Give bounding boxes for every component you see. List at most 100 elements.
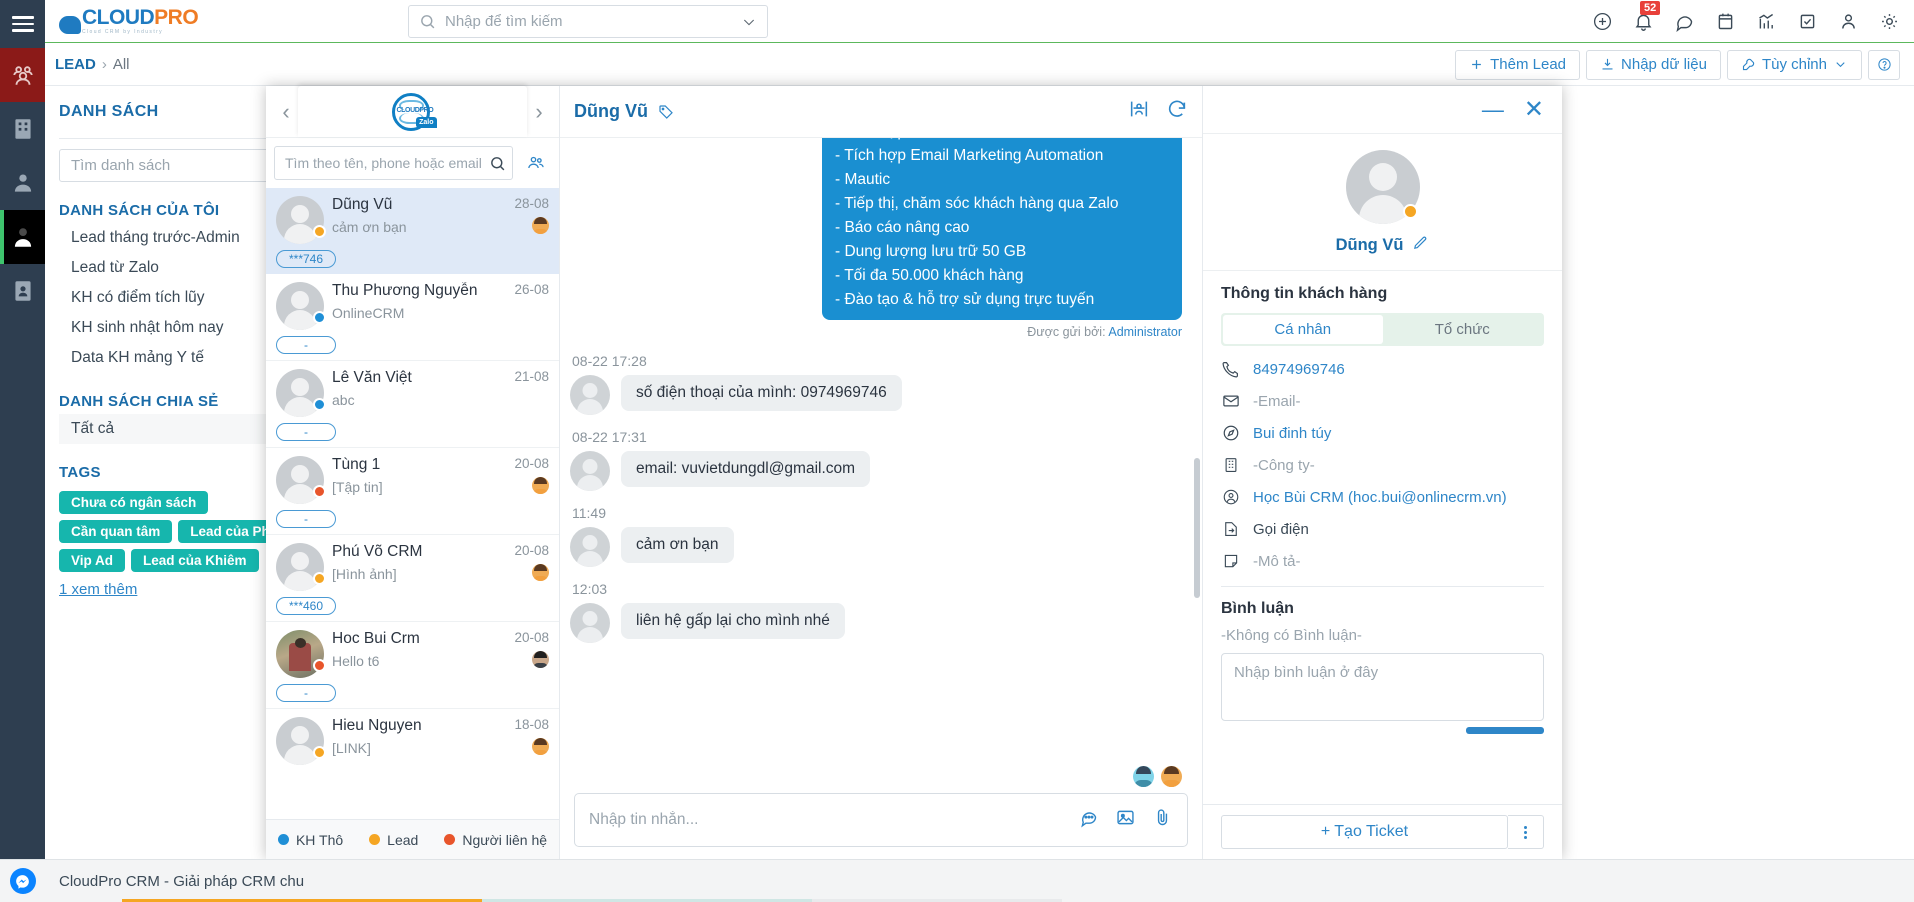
- contact-date: 26-08: [514, 282, 549, 297]
- contact-phone-pill[interactable]: ***746: [276, 250, 336, 268]
- chevron-down-icon[interactable]: [741, 14, 757, 30]
- create-ticket-label: Tạo Ticket: [1334, 823, 1409, 840]
- contact-row-wrapper[interactable]: Phú Võ CRM [Hình ảnh] 20-08 ***460: [266, 535, 559, 622]
- next-tab-button[interactable]: ›: [527, 99, 551, 125]
- tab-organization[interactable]: Tổ chức: [1383, 315, 1543, 344]
- avatar-wrapper: [276, 369, 328, 417]
- close-icon[interactable]: ✕: [1524, 97, 1544, 121]
- add-lead-button[interactable]: Thêm Lead: [1455, 49, 1581, 80]
- sidebar-item-documents[interactable]: [0, 264, 45, 318]
- field-value[interactable]: 84974969746: [1253, 361, 1345, 378]
- message-input-wrapper[interactable]: [574, 793, 1188, 847]
- zalo-contact-list[interactable]: Dũng Vũ cảm ơn bạn 28-08 ***746 Thu Phươ…: [266, 188, 559, 819]
- tag-chip[interactable]: Chưa có ngân sách: [59, 491, 209, 514]
- message-input[interactable]: [589, 811, 1078, 829]
- comment-input[interactable]: Nhập bình luận ở đây: [1221, 653, 1544, 721]
- contact-row[interactable]: Hoc Bui Crm Hello t6 20-08: [266, 622, 559, 682]
- field-email[interactable]: -Email-: [1221, 392, 1544, 410]
- zalo-search-input[interactable]: [285, 155, 482, 171]
- message-scrollbar[interactable]: [1194, 458, 1200, 598]
- messenger-button[interactable]: [0, 868, 45, 894]
- field-value[interactable]: Học Bùi CRM (hoc.bui@onlinecrm.vn): [1253, 489, 1507, 506]
- contact-row[interactable]: Hieu Nguyen [LINK] 18-08: [266, 709, 559, 769]
- contact-phone-pill[interactable]: -: [276, 423, 336, 441]
- tab-personal[interactable]: Cá nhân: [1223, 315, 1383, 344]
- settings-button[interactable]: [1878, 11, 1900, 33]
- contact-row-wrapper[interactable]: Hoc Bui Crm Hello t6 20-08 -: [266, 622, 559, 709]
- contact-row[interactable]: Lê Văn Việt abc 21-08: [266, 361, 559, 421]
- top-bar: CLOUDPRO Cloud CRM by Industry 52: [45, 0, 1914, 43]
- minimize-icon[interactable]: —: [1482, 98, 1504, 120]
- import-data-button[interactable]: Nhập dữ liệu: [1586, 49, 1721, 80]
- notifications-button[interactable]: 52: [1632, 0, 1661, 33]
- analytics-button[interactable]: [1755, 11, 1777, 33]
- messages-button[interactable]: [1673, 11, 1695, 33]
- menu-toggle-button[interactable]: [0, 0, 45, 48]
- prev-tab-button[interactable]: ‹: [274, 99, 298, 125]
- refresh-button[interactable]: [1166, 98, 1188, 125]
- attachment-icon[interactable]: [1152, 807, 1173, 833]
- status-dot: [313, 659, 326, 672]
- contact-row-wrapper[interactable]: Thu Phương Nguyễn OnlineCRM 26-08 -: [266, 274, 559, 361]
- image-icon[interactable]: [1115, 807, 1136, 833]
- more-actions-button[interactable]: [1508, 815, 1544, 849]
- global-search[interactable]: [408, 5, 768, 38]
- contact-date: 20-08: [514, 543, 549, 558]
- edit-icon[interactable]: [1412, 234, 1429, 256]
- sidebar-item-contacts-group[interactable]: [0, 48, 45, 102]
- field-company[interactable]: -Công ty-: [1221, 456, 1544, 474]
- sidebar-item-leads[interactable]: [0, 210, 45, 264]
- contact-row[interactable]: Phú Võ CRM [Hình ảnh] 20-08: [266, 535, 559, 595]
- app-logo[interactable]: CLOUDPRO Cloud CRM by Industry: [59, 7, 199, 35]
- show-more-tags-link[interactable]: 1 xem thêm: [59, 581, 137, 598]
- tasks-button[interactable]: [1796, 11, 1818, 33]
- assign-user-button[interactable]: [1128, 98, 1150, 125]
- contact-row[interactable]: Tùng 1 [Tập tin] 20-08: [266, 448, 559, 508]
- quick-reply-icon[interactable]: [1078, 807, 1099, 833]
- contact-phone-pill[interactable]: -: [276, 336, 336, 354]
- status-dot: [313, 311, 326, 324]
- field-value[interactable]: Bui đinh túy: [1253, 425, 1331, 442]
- breadcrumb-module[interactable]: LEAD: [55, 56, 96, 73]
- contact-phone-pill[interactable]: -: [276, 510, 336, 528]
- field-source[interactable]: Bui đinh túy: [1221, 424, 1544, 442]
- incoming-message: email: vuvietdungdl@gmail.com: [570, 451, 1182, 491]
- contact-row-wrapper[interactable]: Tùng 1 [Tập tin] 20-08 -: [266, 448, 559, 535]
- calendar-button[interactable]: [1714, 11, 1736, 33]
- help-button[interactable]: [1868, 49, 1900, 80]
- contact-phone-pill[interactable]: ***460: [276, 597, 336, 615]
- tag-chip[interactable]: Vip Ad: [59, 549, 126, 572]
- message-area[interactable]: - Tích hợp Zalo Official Account - Tích …: [560, 138, 1202, 762]
- contact-row[interactable]: Thu Phương Nguyễn OnlineCRM 26-08: [266, 274, 559, 334]
- contact-pill-row: ***460: [266, 597, 559, 622]
- field-description[interactable]: -Mô tả-: [1221, 552, 1544, 570]
- submit-comment-button[interactable]: [1466, 727, 1544, 734]
- contact-phone-pill[interactable]: -: [276, 684, 336, 702]
- field-call[interactable]: Gọi điện: [1221, 520, 1544, 538]
- field-value[interactable]: Gọi điện: [1253, 521, 1309, 538]
- tag-icon[interactable]: [657, 103, 675, 121]
- search-input[interactable]: [445, 13, 741, 30]
- window-title[interactable]: CloudPro CRM - Giải pháp CRM chu: [59, 873, 304, 890]
- contact-row-wrapper[interactable]: Lê Văn Việt abc 21-08 -: [266, 361, 559, 448]
- profile-button[interactable]: [1837, 11, 1859, 33]
- legend-label: Lead: [387, 831, 419, 848]
- create-ticket-button[interactable]: + Tạo Ticket: [1221, 815, 1508, 849]
- group-filter-button[interactable]: [521, 146, 551, 180]
- tag-chip[interactable]: Lead của Khiêm: [131, 549, 259, 572]
- field-phone[interactable]: 84974969746: [1221, 360, 1544, 378]
- field-owner[interactable]: Học Bùi CRM (hoc.bui@onlinecrm.vn): [1221, 488, 1544, 506]
- sidebar-item-organizations[interactable]: [0, 102, 45, 156]
- zalo-search-field[interactable]: [274, 146, 513, 180]
- sidebar-item-accounts[interactable]: [0, 156, 45, 210]
- contact-row[interactable]: Dũng Vũ cảm ơn bạn 28-08: [266, 188, 559, 248]
- quick-create-button[interactable]: [1591, 11, 1613, 33]
- contact-row-wrapper[interactable]: Hieu Nguyen [LINK] 18-08: [266, 709, 559, 769]
- tab-zalo-cloudpro[interactable]: CLOUDPRO Zalo: [298, 86, 527, 137]
- search-icon[interactable]: [482, 155, 512, 172]
- legend-dot: [277, 834, 289, 845]
- tag-chip[interactable]: Cần quan tâm: [59, 520, 173, 543]
- customize-button[interactable]: Tùy chỉnh: [1726, 49, 1862, 80]
- contact-row-wrapper[interactable]: Dũng Vũ cảm ơn bạn 28-08 ***746: [266, 188, 559, 274]
- help-icon: [1877, 58, 1891, 71]
